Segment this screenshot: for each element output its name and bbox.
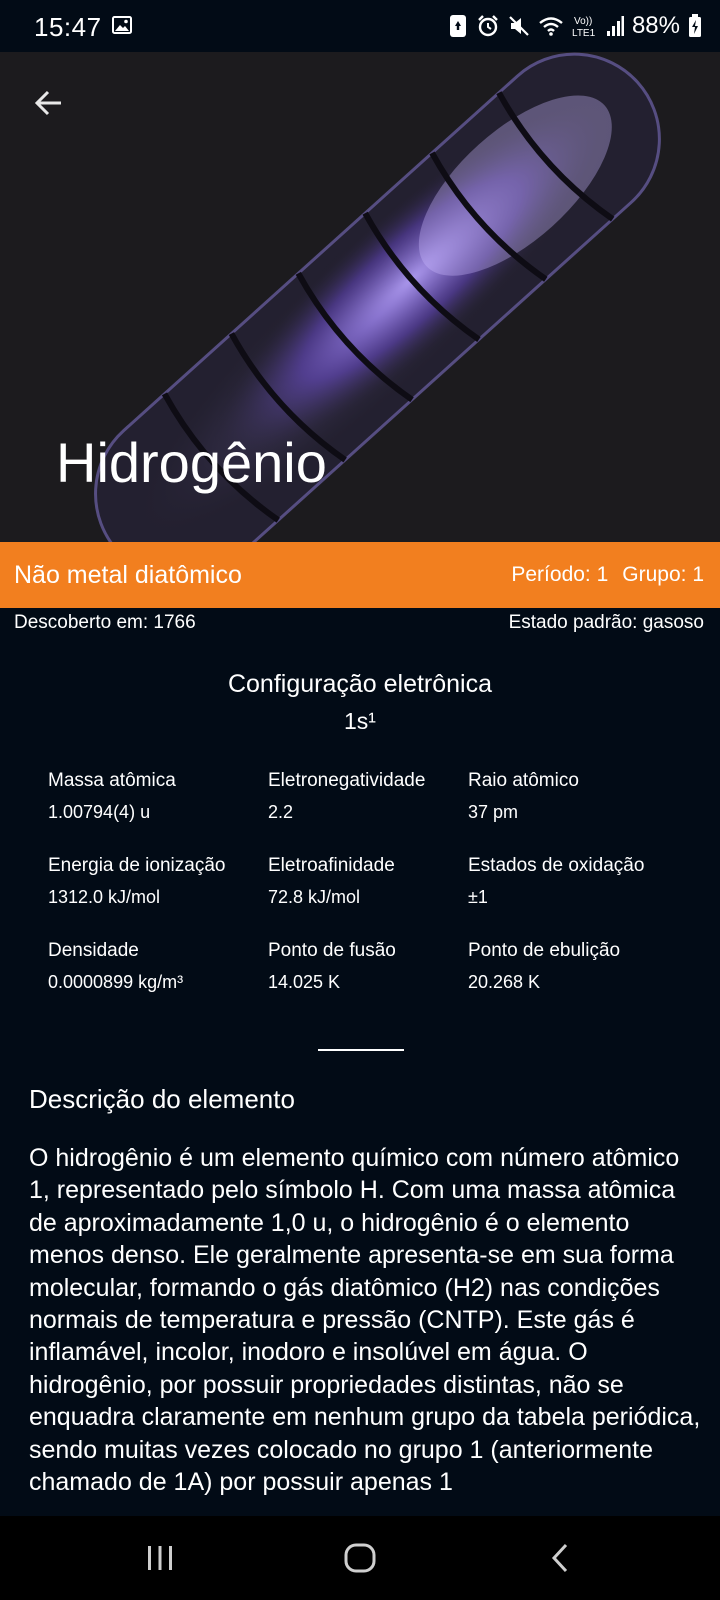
back-icon (551, 1543, 568, 1573)
signal-icon (606, 15, 624, 37)
property-electron-affinity: Eletroafinidade 72.8 kJ/mol (268, 855, 488, 908)
property-boiling-point: Ponto de ebulição 20.268 K (468, 940, 688, 993)
property-label: Energia de ionização (48, 855, 226, 876)
gallery-icon (112, 16, 132, 34)
recents-icon (148, 1546, 172, 1570)
description-scroll-area[interactable]: O hidrogênio é um elemento químico com n… (29, 1142, 705, 1516)
arrow-left-icon (34, 90, 61, 116)
property-label: Massa atômica (48, 770, 176, 791)
property-value: 72.8 kJ/mol (268, 887, 361, 907)
description-text: O hidrogênio é um elemento químico com n… (29, 1144, 701, 1497)
property-value: 14.025 K (268, 972, 341, 992)
property-value: 1312.0 kJ/mol (48, 887, 161, 907)
status-bar: 15:47 Vo)) LTE1 88% (0, 0, 720, 52)
property-melting-point: Ponto de fusão 14.025 K (268, 940, 488, 993)
battery-icon (688, 14, 702, 38)
home-button[interactable] (330, 1534, 390, 1582)
category-strip: Não metal diatômico Período: 1 Grupo: 1 (0, 542, 720, 608)
electron-config-value: 1s¹ (344, 708, 376, 734)
mute-icon (508, 14, 530, 38)
status-icons: Vo)) LTE1 88% (448, 12, 702, 40)
property-label: Eletronegatividade (268, 770, 426, 791)
property-atomic-mass: Massa atômica 1.00794(4) u (48, 770, 268, 823)
property-atomic-radius: Raio atômico 37 pm (468, 770, 688, 823)
wifi-icon (538, 15, 564, 37)
property-label: Estados de oxidação (468, 855, 645, 876)
element-name: Hidrogênio (56, 431, 327, 494)
property-value: 2.2 (268, 802, 294, 822)
alarm-icon (476, 14, 500, 38)
system-back-button[interactable] (530, 1534, 590, 1582)
property-density: Densidade 0.0000899 kg/m³ (48, 940, 268, 993)
property-label: Ponto de fusão (268, 940, 396, 961)
svg-text:LTE1: LTE1 (572, 28, 596, 38)
element-hero-image: Hidrogênio (0, 52, 720, 542)
property-value: 37 pm (468, 802, 519, 822)
property-value: ±1 (468, 887, 488, 907)
standard-state: Estado padrão: gasoso (508, 612, 704, 633)
screen: 15:47 Vo)) LTE1 88% Hidrogênio Não metal… (0, 0, 720, 1600)
section-divider (318, 1049, 404, 1051)
electron-config-title: Configuração eletrônica (227, 670, 493, 698)
element-category: Não metal diatômico (14, 560, 242, 589)
back-button[interactable] (28, 82, 70, 124)
battery-percent: 88% (631, 12, 680, 39)
element-period: Período: 1 (511, 563, 609, 586)
property-electronegativity: Eletronegatividade 2.2 (268, 770, 488, 823)
property-value: 1.00794(4) u (48, 802, 151, 822)
property-label: Raio atômico (468, 770, 579, 791)
property-ionization-energy: Energia de ionização 1312.0 kJ/mol (48, 855, 268, 908)
property-value: 20.268 K (468, 972, 541, 992)
navigation-bar (0, 1516, 720, 1600)
property-oxidation-states: Estados de oxidação ±1 (468, 855, 688, 908)
discovered-year: Descoberto em: 1766 (14, 612, 196, 633)
description-title: Descrição do elemento (29, 1084, 295, 1114)
info-row: Descoberto em: 1766 Estado padrão: gasos… (0, 612, 720, 642)
status-time: 15:47 (34, 12, 102, 42)
svg-text:Vo)): Vo)) (574, 16, 592, 27)
recents-button[interactable] (130, 1534, 190, 1582)
property-label: Densidade (48, 940, 139, 961)
element-group: Grupo: 1 (622, 563, 704, 586)
volte-icon: Vo)) LTE1 (572, 14, 598, 38)
home-icon (344, 1543, 376, 1573)
recycle-icon (448, 14, 468, 38)
period-group: Período: 1 Grupo: 1 (511, 563, 704, 587)
property-label: Ponto de ebulição (468, 940, 621, 961)
property-label: Eletroafinidade (268, 855, 395, 876)
property-value: 0.0000899 kg/m³ (48, 972, 184, 992)
